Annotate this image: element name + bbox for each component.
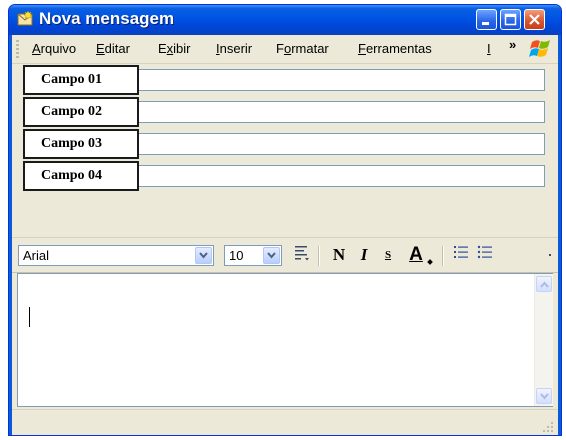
field-label-campo-01: Campo 01 xyxy=(23,65,139,95)
message-body[interactable] xyxy=(17,273,553,407)
menu-formatar[interactable]: Formatar xyxy=(276,41,329,56)
scroll-down-icon xyxy=(540,393,549,400)
toolbar-separator xyxy=(318,246,320,266)
windows-logo-icon xyxy=(529,40,550,57)
paragraph-style-icon xyxy=(295,246,309,261)
title-bar[interactable]: Nova mensagem xyxy=(9,5,561,35)
field-input-campo-04[interactable] xyxy=(139,165,545,187)
scroll-up-icon xyxy=(540,281,549,288)
menu-ferramentas[interactable]: Ferramentas xyxy=(358,41,432,56)
field-label-campo-04: Campo 04 xyxy=(23,161,139,191)
field-row-2: Campo 02 xyxy=(23,97,545,127)
status-bar xyxy=(12,409,558,435)
chevron-down-icon xyxy=(199,252,208,259)
scroll-down-button[interactable] xyxy=(536,388,552,404)
paragraph-style-button[interactable] xyxy=(292,244,312,266)
field-row-1: Campo 01 xyxy=(23,65,545,95)
scroll-up-button[interactable] xyxy=(536,276,552,292)
numbered-list-button[interactable] xyxy=(452,244,470,266)
window-title: Nova mensagem xyxy=(39,9,175,28)
chevron-down-icon xyxy=(267,252,276,259)
maximize-button[interactable] xyxy=(500,9,521,30)
size-select[interactable]: 10 xyxy=(224,245,282,266)
font-select[interactable]: Arial xyxy=(18,245,214,266)
field-input-campo-02[interactable] xyxy=(139,101,545,123)
menu-arquivo[interactable]: Arquivo xyxy=(32,41,76,56)
field-input-campo-03[interactable] xyxy=(139,133,545,155)
vertical-scrollbar[interactable] xyxy=(534,274,553,406)
size-dropdown-button[interactable] xyxy=(263,247,280,264)
font-color-dropdown-icon[interactable] xyxy=(427,259,433,265)
toolbar-grip[interactable] xyxy=(16,40,19,58)
resize-grip-icon[interactable] xyxy=(542,421,554,433)
field-label-campo-03: Campo 03 xyxy=(23,129,139,159)
maximize-icon xyxy=(504,13,517,26)
font-color-button[interactable]: A xyxy=(404,244,428,266)
text-caret xyxy=(29,307,30,327)
toolbar-overflow-dot[interactable] xyxy=(549,254,551,256)
menu-inserir[interactable]: Inserir xyxy=(216,41,252,56)
format-toolbar: Arial 10 N I S A xyxy=(12,237,558,273)
close-icon xyxy=(529,14,540,25)
minimize-button[interactable] xyxy=(476,9,497,30)
menu-exibir[interactable]: Exibir xyxy=(158,41,191,56)
italic-button[interactable]: I xyxy=(356,244,372,266)
toolbar-separator xyxy=(442,246,444,266)
underline-button[interactable]: S xyxy=(380,244,396,266)
menu-truncated[interactable]: I xyxy=(487,41,491,56)
field-row-3: Campo 03 xyxy=(23,129,545,159)
field-row-4: Campo 04 xyxy=(23,161,545,191)
bulleted-list-icon xyxy=(477,245,492,259)
menu-overflow-chevron[interactable]: » xyxy=(509,37,516,52)
font-select-value: Arial xyxy=(23,248,50,263)
font-dropdown-button[interactable] xyxy=(195,247,212,264)
bold-button[interactable]: N xyxy=(330,244,348,266)
bulleted-list-button[interactable] xyxy=(476,244,494,266)
minimize-icon xyxy=(482,22,489,25)
new-message-icon xyxy=(17,10,35,27)
menu-editar[interactable]: Editar xyxy=(96,41,130,56)
field-input-campo-01[interactable] xyxy=(139,69,545,91)
field-label-campo-02: Campo 02 xyxy=(23,97,139,127)
message-window: Nova mensagem Arquivo Editar Exibir Inse… xyxy=(8,4,562,436)
numbered-list-icon xyxy=(454,246,468,258)
size-select-value: 10 xyxy=(229,248,244,263)
close-button[interactable] xyxy=(524,9,545,30)
menu-bar: Arquivo Editar Exibir Inserir Formatar F… xyxy=(12,35,558,64)
